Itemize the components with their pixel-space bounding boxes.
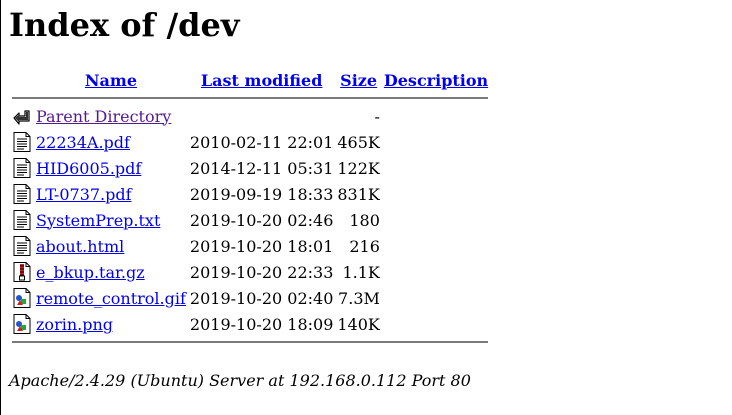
name-cell: remote_control.gif [35, 286, 187, 310]
icon-column-header [11, 68, 33, 92]
icon-cell [11, 156, 33, 180]
icon-cell [11, 182, 33, 206]
name-cell: e_bkup.tar.gz [35, 260, 187, 284]
size-cell: 831K [337, 184, 380, 204]
name-cell: zorin.png [35, 312, 187, 336]
description-cell [383, 234, 489, 258]
text-file-icon [12, 183, 32, 205]
name-cell: 22234A.pdf [35, 130, 187, 154]
parent-directory-link[interactable]: Parent Directory [36, 107, 171, 126]
sort-by-name-link[interactable]: Name [85, 71, 137, 90]
last-modified-column-header: Last modified [189, 68, 334, 92]
last-modified-cell: 2010-02-11 22:01 [189, 132, 334, 152]
size-cell: 465K [337, 132, 380, 152]
sort-by-size-link[interactable]: Size [340, 71, 377, 90]
bottom-rule-row [11, 338, 489, 346]
table-row: SystemPrep.txt 2019-10-20 02:46 180 [11, 208, 489, 232]
directory-listing: Name Last modified Size Description Pare… [9, 66, 491, 348]
back-icon [12, 105, 32, 127]
sort-by-last-modified-link[interactable]: Last modified [201, 71, 322, 90]
description-cell [383, 260, 489, 284]
text-file-icon [12, 235, 32, 257]
text-file-icon [12, 209, 32, 231]
page-title: Index of /dev [9, 6, 240, 44]
file-link[interactable]: 22234A.pdf [36, 133, 130, 152]
last-modified-cell: 2014-12-11 05:31 [189, 158, 334, 178]
last-modified-cell: 2019-10-20 22:33 [189, 262, 334, 282]
file-link[interactable]: HID6005.pdf [36, 159, 141, 178]
table-row: zorin.png 2019-10-20 18:09 140K [11, 312, 489, 336]
size-cell: 122K [337, 158, 380, 178]
size-column-header: Size [336, 68, 381, 92]
name-cell: LT-0737.pdf [35, 182, 187, 206]
table-row: remote_control.gif 2019-10-20 02:40 7.3M [11, 286, 489, 310]
text-file-icon [12, 157, 32, 179]
last-modified-cell: 2019-10-20 02:40 [189, 288, 334, 308]
file-link[interactable]: LT-0737.pdf [36, 185, 132, 204]
sort-by-description-link[interactable]: Description [384, 71, 488, 90]
last-modified-cell: 2019-09-19 18:33 [189, 184, 334, 204]
description-cell [383, 130, 489, 154]
description-cell [383, 208, 489, 232]
header-row: Name Last modified Size Description [11, 68, 489, 92]
size-cell: - [374, 106, 380, 126]
file-link[interactable]: e_bkup.tar.gz [36, 263, 145, 282]
icon-cell [11, 130, 33, 154]
bottom-rule-cell [11, 338, 489, 346]
name-cell: Parent Directory [35, 104, 187, 128]
description-cell [383, 312, 489, 336]
icon-cell [11, 312, 33, 336]
top-rule-row [11, 94, 489, 102]
image-file-icon [12, 287, 32, 309]
listing-body: Parent Directory - 22234A.pdf 2010-02-11 22… [11, 104, 489, 336]
table-row: HID6005.pdf 2014-12-11 05:31 122K [11, 156, 489, 180]
name-cell: HID6005.pdf [35, 156, 187, 180]
size-cell: 216 [349, 236, 380, 256]
table-row: LT-0737.pdf 2019-09-19 18:33 831K [11, 182, 489, 206]
table-row: Parent Directory - [11, 104, 489, 128]
name-cell: about.html [35, 234, 187, 258]
description-column-header: Description [383, 68, 489, 92]
table-row: e_bkup.tar.gz 2019-10-20 22:33 1.1K [11, 260, 489, 284]
server-signature: Apache/2.4.29 (Ubuntu) Server at 192.168… [9, 371, 471, 390]
top-divider [12, 97, 489, 99]
name-cell: SystemPrep.txt [35, 208, 187, 232]
table-row: 22234A.pdf 2010-02-11 22:01 465K [11, 130, 489, 154]
file-link[interactable]: zorin.png [36, 315, 113, 334]
last-modified-cell: 2019-10-20 18:09 [189, 314, 334, 334]
description-cell [383, 182, 489, 206]
bottom-divider [12, 341, 489, 343]
icon-cell [11, 234, 33, 258]
icon-cell [11, 286, 33, 310]
last-modified-cell: 2019-10-20 02:46 [189, 210, 334, 230]
image-file-icon [12, 313, 32, 335]
name-column-header: Name [35, 68, 187, 92]
text-file-icon [12, 131, 32, 153]
icon-cell [11, 104, 33, 128]
file-link[interactable]: remote_control.gif [36, 289, 186, 308]
icon-cell [11, 260, 33, 284]
file-link[interactable]: SystemPrep.txt [36, 211, 160, 230]
size-cell: 1.1K [342, 262, 380, 282]
size-cell: 7.3M [338, 288, 380, 308]
icon-cell [11, 208, 33, 232]
description-cell [383, 104, 489, 128]
file-link[interactable]: about.html [36, 237, 124, 256]
size-cell: 140K [337, 314, 380, 334]
description-cell [383, 156, 489, 180]
compressed-file-icon [12, 261, 32, 283]
size-cell: 180 [349, 210, 380, 230]
last-modified-cell [189, 104, 334, 128]
last-modified-cell: 2019-10-20 18:01 [189, 236, 334, 256]
top-rule-cell [11, 94, 489, 102]
description-cell [383, 286, 489, 310]
table-row: about.html 2019-10-20 18:01 216 [11, 234, 489, 258]
